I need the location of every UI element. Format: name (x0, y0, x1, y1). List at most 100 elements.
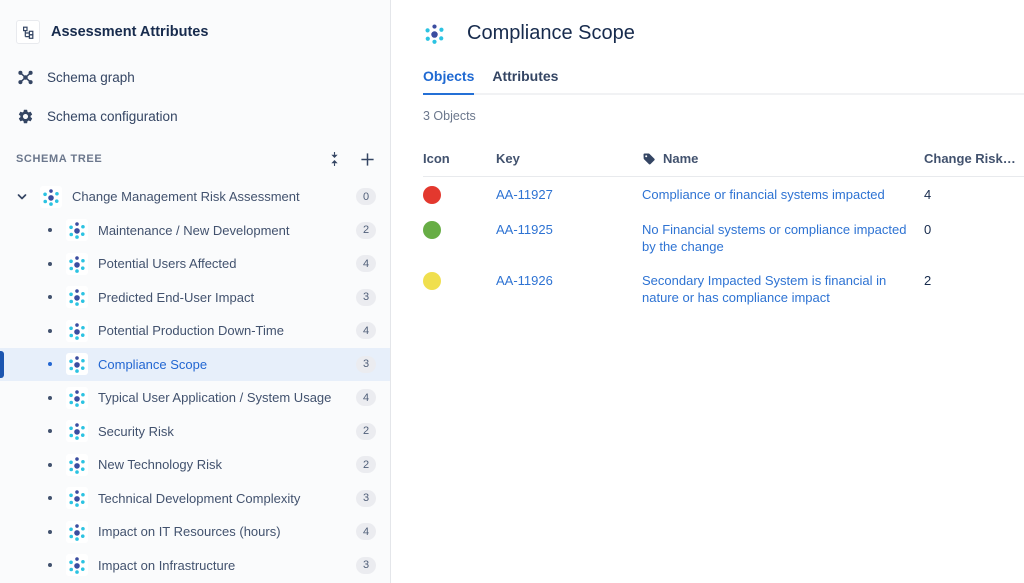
tree-item-label: Potential Users Affected (98, 256, 237, 271)
tree-item-count-badge: 3 (356, 557, 376, 574)
collapse-all-button[interactable] (325, 150, 343, 168)
tree-item-count-badge: 3 (356, 356, 376, 373)
page-title: Compliance Scope (467, 22, 635, 45)
object-type-icon (66, 487, 88, 509)
page-header: Compliance Scope (423, 20, 1024, 46)
object-type-icon (66, 454, 88, 476)
change-risk-value: 4 (924, 177, 1024, 213)
tree-item[interactable]: Impact on Infrastructure 3 (0, 549, 390, 583)
object-key-link[interactable]: AA-11926 (496, 273, 553, 288)
object-type-icon (423, 22, 445, 44)
tree-item-count-badge: 4 (356, 389, 376, 406)
object-type-icon (66, 521, 88, 543)
object-type-icon (66, 554, 88, 576)
tree-item[interactable]: Potential Users Affected 4 (0, 247, 390, 281)
sidebar-item-label: Schema graph (47, 70, 135, 85)
column-header-key[interactable]: Key (496, 145, 642, 177)
tree-item-label: Technical Development Complexity (98, 491, 300, 506)
tree-item-label: New Technology Risk (98, 457, 222, 472)
table-row[interactable]: AA-11926 Secondary Impacted System is fi… (423, 263, 1024, 314)
bullet-dot (48, 228, 52, 232)
tree-item-label: Potential Production Down-Time (98, 323, 284, 338)
object-type-icon (66, 253, 88, 275)
object-type-icon (66, 387, 88, 409)
tab-attributes[interactable]: Attributes (492, 68, 558, 93)
tree-item-label: Predicted End-User Impact (98, 290, 254, 305)
tree-item[interactable]: Security Risk 2 (0, 415, 390, 449)
bullet-dot (48, 329, 52, 333)
sidebar-item-schema-configuration[interactable]: Schema configuration (0, 97, 390, 136)
tree-item[interactable]: Compliance Scope 3 (0, 348, 390, 382)
tree-item[interactable]: Impact on IT Resources (hours) 4 (0, 515, 390, 549)
tree-item-count-badge: 2 (356, 222, 376, 239)
tree-item-label: Change Management Risk Assessment (72, 189, 300, 204)
bullet-dot (48, 563, 52, 567)
tree-item-count-badge: 2 (356, 423, 376, 440)
object-key-link[interactable]: AA-11927 (496, 187, 553, 202)
sidebar-header: Assessment Attributes (0, 0, 390, 58)
object-name-link[interactable]: Secondary Impacted System is financial i… (642, 273, 886, 305)
object-type-icon (66, 320, 88, 342)
tree-item[interactable]: New Technology Risk 2 (0, 448, 390, 482)
change-risk-value: 0 (924, 212, 1024, 263)
object-count: 3 Objects (423, 109, 1024, 123)
object-name-link[interactable]: Compliance or financial systems impacted (642, 187, 885, 202)
bullet-dot (48, 530, 52, 534)
gear-icon (16, 108, 34, 125)
main-panel: Compliance Scope Objects Attributes 3 Ob… (391, 0, 1024, 583)
tree-item-count-badge: 4 (356, 255, 376, 272)
bullet-dot (48, 262, 52, 266)
tree-item[interactable]: Typical User Application / System Usage … (0, 381, 390, 415)
objects-table-body: AA-11927 Compliance or financial systems… (423, 177, 1024, 315)
tree-item[interactable]: Maintenance / New Development 2 (0, 214, 390, 248)
tree-item[interactable]: Predicted End-User Impact 3 (0, 281, 390, 315)
table-header-row: Icon Key Name Ch (423, 145, 1024, 177)
app-window: Assessment Attributes (0, 0, 1024, 583)
sidebar-item-label: Schema configuration (47, 109, 178, 124)
object-status-icon (423, 221, 441, 239)
tab-bar: Objects Attributes (423, 68, 1024, 95)
tag-icon (642, 152, 656, 166)
column-header-change-risk[interactable]: Change Risk Poi... (924, 145, 1024, 177)
table-row[interactable]: AA-11925 No Financial systems or complia… (423, 212, 1024, 263)
tree-item[interactable]: Potential Production Down-Time 4 (0, 314, 390, 348)
bullet-dot (48, 362, 52, 366)
column-header-icon[interactable]: Icon (423, 145, 496, 177)
schema-tree-label: SCHEMA TREE (16, 153, 102, 165)
change-risk-value: 2 (924, 263, 1024, 314)
tree-item-label: Security Risk (98, 424, 174, 439)
object-name-link[interactable]: No Financial systems or compliance impac… (642, 222, 906, 254)
app-title: Assessment Attributes (51, 24, 208, 40)
sidebar-nav: Schema graph Schema configuration (0, 58, 390, 136)
tree-item-label: Typical User Application / System Usage (98, 390, 331, 405)
graph-icon (16, 69, 34, 86)
table-row[interactable]: AA-11927 Compliance or financial systems… (423, 177, 1024, 213)
sidebar-item-schema-graph[interactable]: Schema graph (0, 58, 390, 97)
schema-tree: Change Management Risk Assessment 0 Main… (0, 180, 390, 582)
objects-table: Icon Key Name Ch (423, 145, 1024, 314)
tree-item-count-badge: 2 (356, 456, 376, 473)
object-type-icon (66, 353, 88, 375)
object-type-icon (66, 286, 88, 308)
column-header-name[interactable]: Name (642, 145, 924, 177)
object-status-icon (423, 272, 441, 290)
add-object-type-button[interactable] (358, 150, 376, 168)
tree-item-label: Impact on IT Resources (hours) (98, 524, 281, 539)
tree-item-count-badge: 3 (356, 289, 376, 306)
object-key-link[interactable]: AA-11925 (496, 222, 553, 237)
chevron-down-icon[interactable] (16, 191, 30, 203)
tree-item[interactable]: Change Management Risk Assessment 0 (0, 180, 390, 214)
schema-tree-header: SCHEMA TREE (0, 142, 390, 176)
bullet-dot (48, 295, 52, 299)
object-type-icon (66, 219, 88, 241)
tree-item-count-badge: 3 (356, 490, 376, 507)
bullet-dot (48, 496, 52, 500)
tree-item-count-badge: 0 (356, 188, 376, 205)
tree-item[interactable]: Technical Development Complexity 3 (0, 482, 390, 516)
tab-objects[interactable]: Objects (423, 68, 474, 95)
schema-tree-icon (16, 20, 40, 44)
tree-item-label: Maintenance / New Development (98, 223, 290, 238)
sidebar: Assessment Attributes (0, 0, 391, 583)
bullet-dot (48, 396, 52, 400)
tree-item-label: Impact on Infrastructure (98, 558, 235, 573)
